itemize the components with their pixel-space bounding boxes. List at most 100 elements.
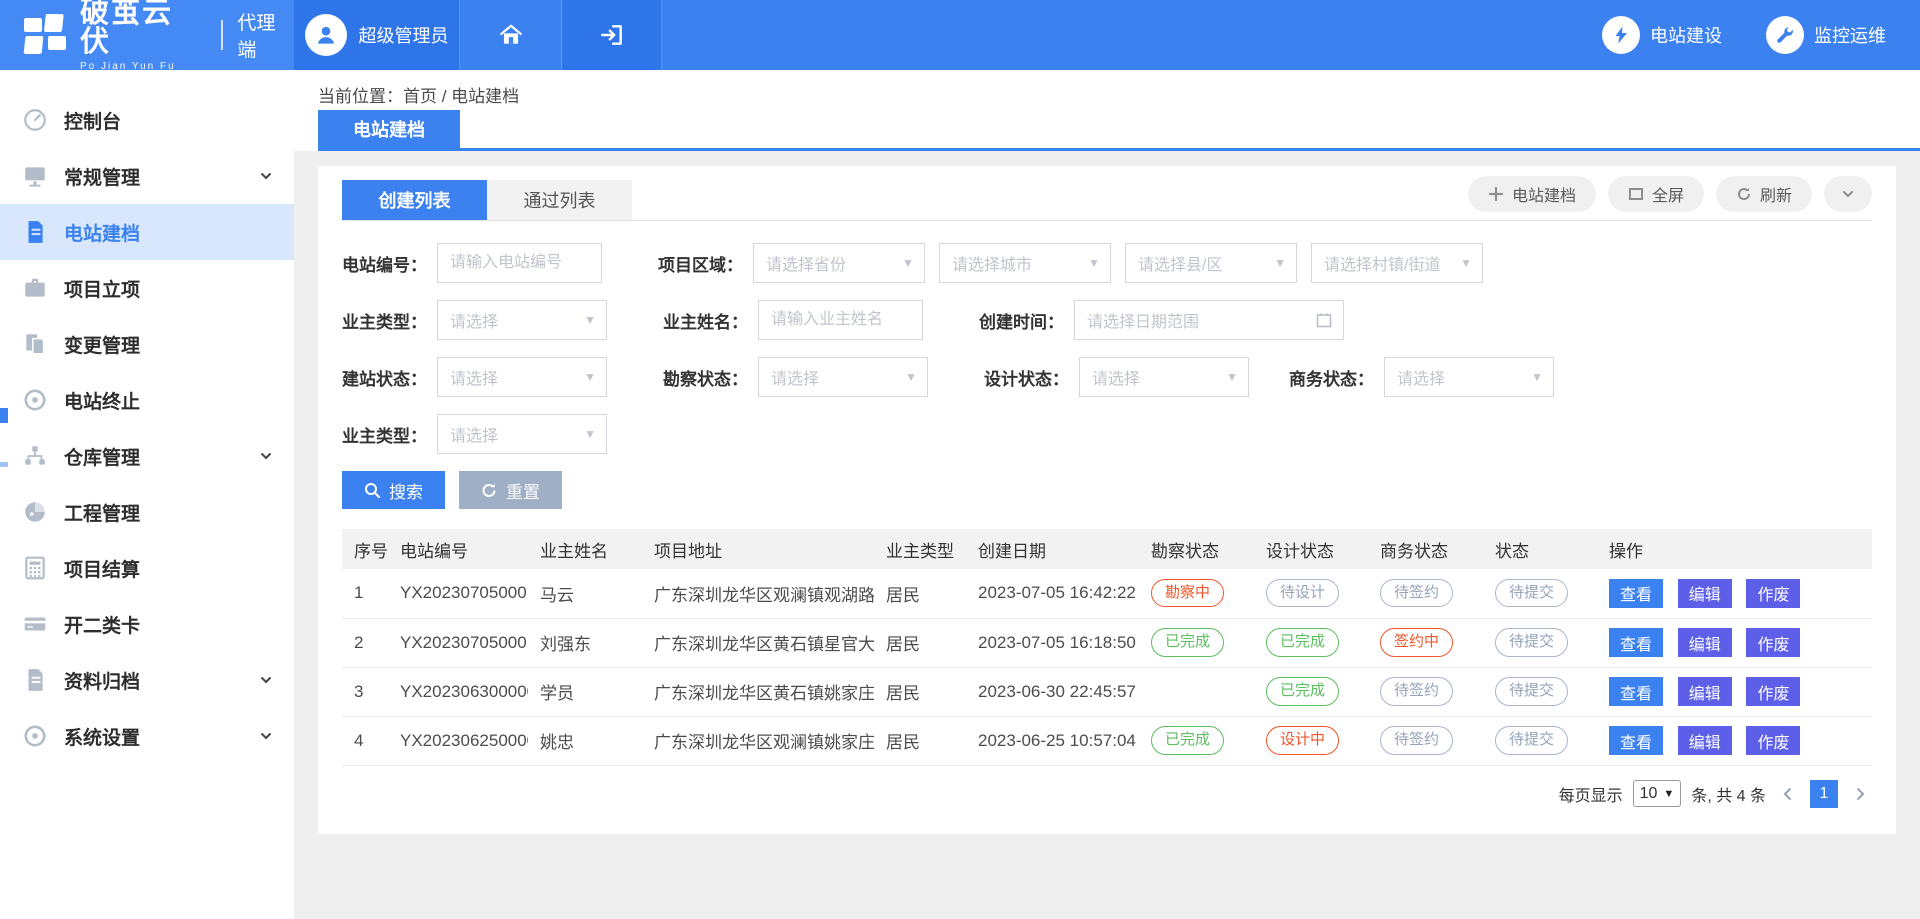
owner-type2-label: 业主类型： <box>342 422 427 447</box>
col-status: 状态 <box>1483 529 1597 569</box>
tab-passed-list[interactable]: 通过列表 <box>487 180 632 220</box>
record-circle-icon <box>22 387 48 413</box>
province-select[interactable]: 请选择省份▼ <box>753 243 925 283</box>
calendar-icon <box>1315 311 1333 329</box>
owner-type-select[interactable]: 请选择▼ <box>437 300 607 340</box>
sidebar-item-station-terminate[interactable]: 电站终止 <box>0 372 294 428</box>
town-select[interactable]: 请选择村镇/街道▼ <box>1311 243 1483 283</box>
page-number-current[interactable]: 1 <box>1810 780 1838 808</box>
business-status-select[interactable]: 请选择▼ <box>1384 357 1554 397</box>
total-count-label: 条, 共 4 条 <box>1691 782 1766 806</box>
status-badge: 待提交 <box>1495 677 1568 705</box>
sidebar-item-label: 控制台 <box>64 107 121 134</box>
void-button[interactable]: 作废 <box>1746 726 1800 755</box>
breadcrumb-label: 当前位置： <box>318 82 403 107</box>
void-button[interactable]: 作废 <box>1746 628 1800 657</box>
design-status-label: 设计状态： <box>984 365 1069 390</box>
build-status-select[interactable]: 请选择▼ <box>437 357 607 397</box>
per-page-select[interactable]: 10 ▼ <box>1633 780 1682 807</box>
sidebar-item-change-mgmt[interactable]: 变更管理 <box>0 316 294 372</box>
owner-type-label: 业主类型： <box>342 308 427 333</box>
logout-button[interactable] <box>562 0 662 70</box>
sidebar-item-station-archive[interactable]: 电站建档 <box>0 204 294 260</box>
station-code-input[interactable] <box>437 243 602 283</box>
nav-monitor-ops[interactable]: 监控运维 <box>1766 16 1886 54</box>
breadcrumb: 当前位置： 首页 / 电站建档 <box>318 70 1920 110</box>
prev-page-button[interactable] <box>1776 786 1800 802</box>
void-button[interactable]: 作废 <box>1746 677 1800 706</box>
edit-button[interactable]: 编辑 <box>1678 677 1732 706</box>
sidebar-item-general-mgmt[interactable]: 常规管理 <box>0 148 294 204</box>
status-badge: 设计中 <box>1266 726 1339 754</box>
view-button[interactable]: 查看 <box>1609 677 1663 706</box>
sidebar-item-system-settings[interactable]: 系统设置 <box>0 708 294 764</box>
fullscreen-icon <box>1628 186 1644 202</box>
page-tab-station-archive[interactable]: 电站建档 <box>318 110 460 148</box>
top-header: 破茧云伏 Po Jian Yun Fu 代理端 超级管理员 <box>0 0 1920 70</box>
brand-logo: 破茧云伏 Po Jian Yun Fu 代理端 <box>0 0 294 70</box>
briefcase-icon <box>22 275 48 301</box>
owner-name-input[interactable] <box>758 300 923 340</box>
status-badge: 待签约 <box>1380 726 1453 754</box>
fullscreen-button[interactable]: 全屏 <box>1608 176 1704 212</box>
next-page-button[interactable] <box>1848 786 1872 802</box>
current-user[interactable]: 超级管理员 <box>294 0 460 70</box>
col-business: 商务状态 <box>1368 529 1483 569</box>
status-badge: 勘察中 <box>1151 579 1224 607</box>
sidebar-item-open-type2-card[interactable]: 开二类卡 <box>0 596 294 652</box>
view-button[interactable]: 查看 <box>1609 579 1663 608</box>
sidebar-item-label: 项目立项 <box>64 275 140 302</box>
sidebar-item-warehouse-mgmt[interactable]: 仓库管理 <box>0 428 294 484</box>
status-badge: 待签约 <box>1380 579 1453 607</box>
city-select[interactable]: 请选择城市▼ <box>939 243 1111 283</box>
survey-status-select[interactable]: 请选择▼ <box>758 357 928 397</box>
sidebar-item-console[interactable]: 控制台 <box>0 92 294 148</box>
caret-down-icon: ▼ <box>1663 788 1674 800</box>
home-button[interactable] <box>460 0 562 70</box>
collapse-button[interactable] <box>1824 176 1872 212</box>
void-button[interactable]: 作废 <box>1746 579 1800 608</box>
sidebar: 控制台 常规管理 电站建档 项目立项 <box>0 70 294 919</box>
status-badge: 待签约 <box>1380 677 1453 705</box>
sidebar-item-project-approval[interactable]: 项目立项 <box>0 260 294 316</box>
design-status-select[interactable]: 请选择▼ <box>1079 357 1249 397</box>
view-button[interactable]: 查看 <box>1609 726 1663 755</box>
breadcrumb-path[interactable]: 首页 / 电站建档 <box>403 82 519 107</box>
edit-button[interactable]: 编辑 <box>1678 579 1732 608</box>
document-icon <box>22 219 48 245</box>
chevron-down-icon <box>258 448 274 464</box>
search-icon <box>364 482 381 499</box>
edit-button[interactable]: 编辑 <box>1678 628 1732 657</box>
refresh-button[interactable]: 刷新 <box>1716 176 1812 212</box>
sidebar-item-engineering-mgmt[interactable]: 工程管理 <box>0 484 294 540</box>
caret-down-icon: ▼ <box>1088 256 1100 270</box>
view-button[interactable]: 查看 <box>1609 628 1663 657</box>
owner-name-label: 业主姓名： <box>663 308 748 333</box>
date-range-input[interactable]: 请选择日期范围 <box>1074 300 1344 340</box>
col-date: 创建日期 <box>966 529 1139 569</box>
create-time-label: 创建时间： <box>979 308 1064 333</box>
create-station-button[interactable]: 电站建档 <box>1468 176 1596 212</box>
search-button[interactable]: 搜索 <box>342 471 445 509</box>
reset-button[interactable]: 重置 <box>459 471 562 509</box>
plus-icon <box>1488 186 1504 202</box>
county-select[interactable]: 请选择县/区▼ <box>1125 243 1297 283</box>
sidebar-item-label: 项目结算 <box>64 555 140 582</box>
user-icon <box>313 22 339 48</box>
status-badge: 签约中 <box>1380 628 1453 656</box>
col-type: 业主类型 <box>874 529 966 569</box>
lightning-icon <box>1602 16 1640 54</box>
sidebar-item-data-archive[interactable]: 资料归档 <box>0 652 294 708</box>
sidebar-item-project-settlement[interactable]: 项目结算 <box>0 540 294 596</box>
owner-type2-select[interactable]: 请选择▼ <box>437 414 607 454</box>
logo-icon <box>22 12 68 58</box>
chevron-down-icon <box>258 672 274 688</box>
brand-name: 破茧云伏 <box>80 0 203 57</box>
tab-create-list[interactable]: 创建列表 <box>342 180 487 220</box>
nav-station-build[interactable]: 电站建设 <box>1602 16 1722 54</box>
chevron-down-icon <box>258 168 274 184</box>
reset-icon <box>481 482 498 499</box>
gauge-icon <box>22 107 48 133</box>
edit-button[interactable]: 编辑 <box>1678 726 1732 755</box>
col-design: 设计状态 <box>1254 529 1368 569</box>
